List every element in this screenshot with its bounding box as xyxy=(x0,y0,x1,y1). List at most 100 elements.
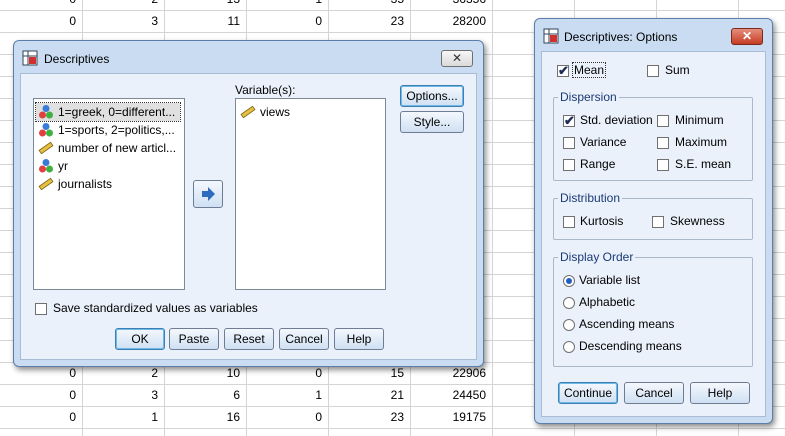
dispersion-title: Dispersion xyxy=(558,90,619,104)
minimum-label: Minimum xyxy=(675,113,724,127)
variable-list-label: Variable list xyxy=(579,273,641,287)
list-item[interactable]: views xyxy=(238,103,381,121)
cell[interactable]: 13 xyxy=(164,0,240,10)
cell[interactable]: 16 xyxy=(164,407,240,428)
options-title: Descriptives: Options xyxy=(564,30,678,44)
std-deviation-checkbox[interactable] xyxy=(563,113,575,129)
close-button[interactable]: ✕ xyxy=(731,28,763,45)
descending-means-radio[interactable] xyxy=(563,341,575,353)
cell[interactable]: 19175 xyxy=(410,407,486,428)
range-checkbox[interactable] xyxy=(563,159,575,171)
cell[interactable]: 0 xyxy=(0,385,76,406)
options-client: Mean Sum Dispersion Std. deviation Minim… xyxy=(541,51,766,417)
mean-checkbox[interactable] xyxy=(557,63,569,79)
skewness-checkbox[interactable] xyxy=(652,216,664,228)
list-item[interactable]: journalists xyxy=(36,175,180,193)
mean-label: Mean xyxy=(571,62,607,78)
options-titlebar[interactable]: Descriptives: Options ✕ xyxy=(535,19,772,49)
cell[interactable]: 0 xyxy=(0,11,76,32)
cell[interactable]: 1 xyxy=(82,407,158,428)
list-item[interactable]: number of new articl... xyxy=(36,139,180,157)
paste-button[interactable]: Paste xyxy=(169,328,219,350)
ok-button[interactable]: OK xyxy=(115,328,165,350)
list-item[interactable]: 1=greek, 0=different... xyxy=(35,102,181,122)
close-icon: ✕ xyxy=(451,51,463,65)
cell[interactable]: 28200 xyxy=(410,11,486,32)
sum-checkbox[interactable] xyxy=(647,65,659,77)
cancel-button[interactable]: Cancel xyxy=(279,328,329,350)
cell[interactable]: 1 xyxy=(246,385,322,406)
cell[interactable]: 0 xyxy=(246,11,322,32)
ascending-means-label: Ascending means xyxy=(579,317,675,331)
list-item-label: 1=greek, 0=different... xyxy=(58,105,176,119)
descriptives-client: 1=greek, 0=different... 1=sports, 2=poli… xyxy=(20,73,477,360)
style-button[interactable]: Style... xyxy=(400,111,464,133)
variable-list-radio[interactable] xyxy=(563,275,575,287)
cell[interactable]: 1 xyxy=(246,0,322,10)
scale-icon xyxy=(38,141,54,155)
cell[interactable]: 6 xyxy=(164,385,240,406)
cell[interactable]: 23 xyxy=(328,11,404,32)
list-item[interactable]: yr xyxy=(36,157,180,175)
spss-app-icon xyxy=(543,28,559,44)
se-mean-label: S.E. mean xyxy=(675,157,732,171)
list-item-label: 1=sports, 2=politics,... xyxy=(58,123,175,137)
skewness-label: Skewness xyxy=(670,214,725,228)
nominal-icon xyxy=(39,105,53,119)
minimum-checkbox[interactable] xyxy=(657,115,669,127)
variance-label: Variance xyxy=(580,135,627,149)
cell[interactable]: 35 xyxy=(328,0,404,10)
se-mean-checkbox[interactable] xyxy=(657,159,669,171)
cell[interactable]: 0 xyxy=(0,407,76,428)
nominal-icon xyxy=(39,159,53,173)
descriptives-titlebar[interactable]: Descriptives ✕ xyxy=(14,41,483,71)
cell[interactable]: 11 xyxy=(164,11,240,32)
cancel-button[interactable]: Cancel xyxy=(624,382,684,404)
descending-means-label: Descending means xyxy=(579,339,682,353)
cell[interactable]: 23 xyxy=(328,407,404,428)
cell[interactable]: 24450 xyxy=(410,385,486,406)
list-item-label: views xyxy=(260,105,291,119)
list-item-label: yr xyxy=(58,159,68,173)
continue-button[interactable]: Continue xyxy=(558,382,618,404)
options-button[interactable]: Options... xyxy=(400,85,464,107)
cell[interactable]: 21 xyxy=(328,385,404,406)
alphabetic-radio[interactable] xyxy=(563,297,575,309)
move-variable-button[interactable] xyxy=(193,180,223,208)
cell[interactable]: 0 xyxy=(246,407,322,428)
cell[interactable]: 3 xyxy=(82,11,158,32)
scale-icon xyxy=(240,105,256,119)
maximum-label: Maximum xyxy=(675,135,728,149)
target-variable-list[interactable]: views xyxy=(235,98,386,290)
variance-checkbox[interactable] xyxy=(563,137,575,149)
variables-label: Variable(s): xyxy=(235,83,296,97)
ascending-means-radio[interactable] xyxy=(563,319,575,331)
cell[interactable]: 0 xyxy=(0,0,76,10)
list-item-label: journalists xyxy=(58,177,113,191)
descriptives-title: Descriptives xyxy=(44,52,110,66)
close-icon: ✕ xyxy=(741,29,753,43)
arrow-right-icon xyxy=(202,187,215,201)
help-button[interactable]: Help xyxy=(690,382,750,404)
range-label: Range xyxy=(580,157,616,171)
close-button[interactable]: ✕ xyxy=(441,50,473,67)
list-item[interactable]: 1=sports, 2=politics,... xyxy=(36,121,180,139)
nominal-icon xyxy=(39,123,53,137)
std-deviation-label: Std. deviation xyxy=(580,113,653,127)
kurtosis-checkbox[interactable] xyxy=(563,216,575,228)
save-standardized-checkbox[interactable] xyxy=(35,303,47,315)
kurtosis-label: Kurtosis xyxy=(580,214,624,228)
descriptives-dialog: Descriptives ✕ 1=greek, 0=different... 1… xyxy=(13,40,484,367)
options-dialog: Descriptives: Options ✕ Mean Sum Dispers… xyxy=(534,18,773,424)
help-button[interactable]: Help xyxy=(334,328,384,350)
maximum-checkbox[interactable] xyxy=(657,137,669,149)
reset-button[interactable]: Reset xyxy=(224,328,274,350)
source-variable-list[interactable]: 1=greek, 0=different... 1=sports, 2=poli… xyxy=(33,98,185,290)
save-standardized-label: Save standardized values as variables xyxy=(53,301,258,315)
cell[interactable]: 36356 xyxy=(410,0,486,10)
distribution-title: Distribution xyxy=(558,191,623,205)
alphabetic-label: Alphabetic xyxy=(579,295,636,309)
list-item-label: number of new articl... xyxy=(58,141,177,155)
cell[interactable]: 2 xyxy=(82,0,158,10)
cell[interactable]: 3 xyxy=(82,385,158,406)
